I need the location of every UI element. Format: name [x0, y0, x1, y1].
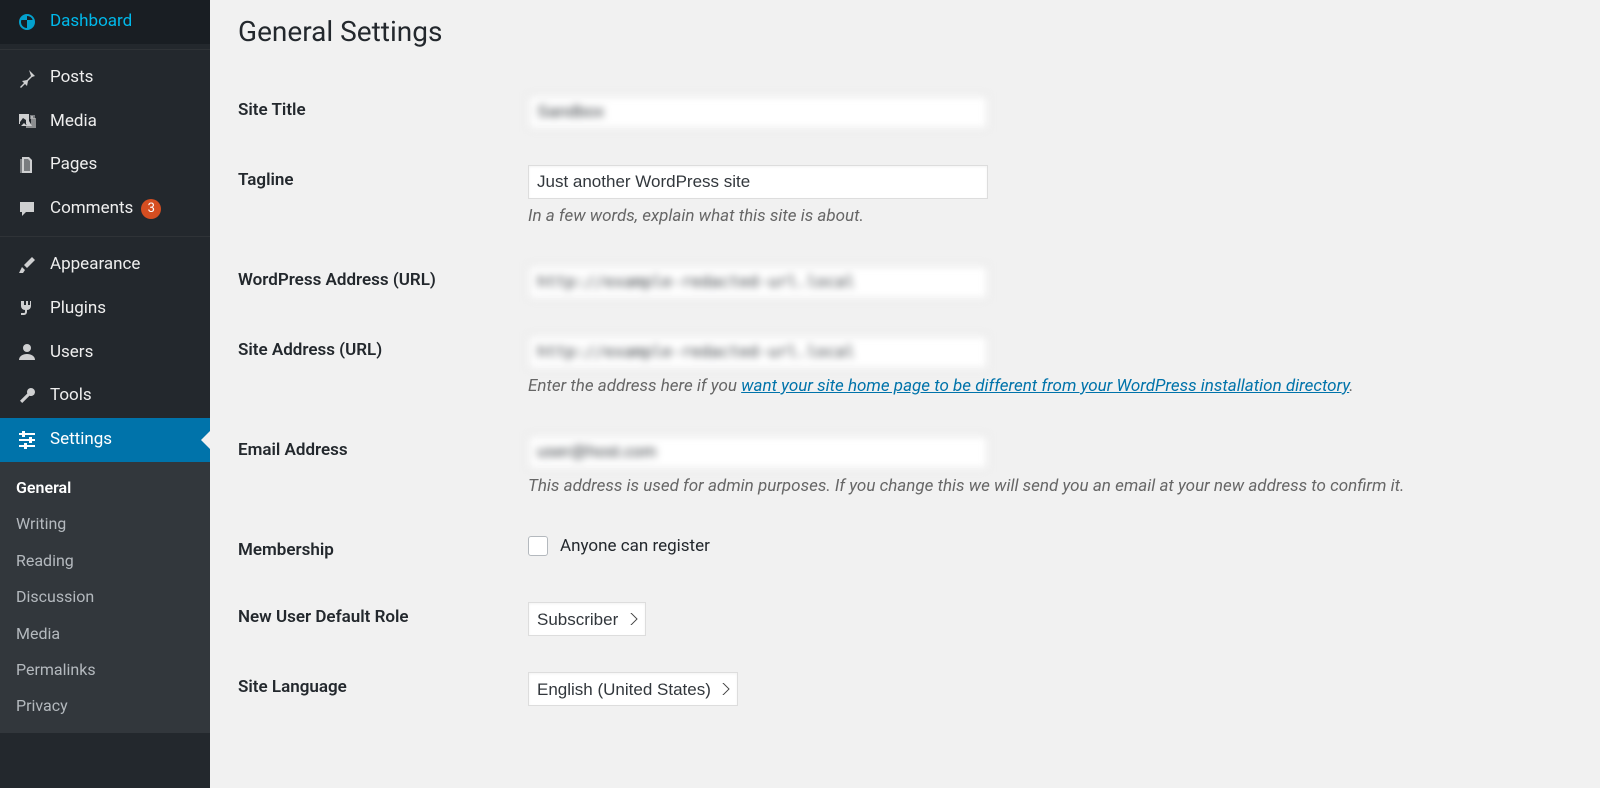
submenu-item-permalinks[interactable]: Permalinks: [0, 652, 210, 688]
sidebar-item-posts[interactable]: Posts: [0, 56, 210, 100]
settings-submenu: General Writing Reading Discussion Media…: [0, 462, 210, 733]
membership-checkbox[interactable]: [528, 536, 548, 556]
membership-checkbox-label[interactable]: Anyone can register: [528, 535, 710, 559]
sidebar-item-media[interactable]: Media: [0, 100, 210, 144]
sidebar-item-settings[interactable]: Settings: [0, 418, 210, 462]
membership-checkbox-text: Anyone can register: [560, 535, 710, 559]
sidebar-item-comments[interactable]: Comments 3: [0, 187, 210, 231]
sidebar-item-label: Users: [50, 341, 93, 365]
wp-url-label: WordPress Address (URL): [238, 247, 528, 317]
plug-icon: [14, 299, 40, 319]
email-description: This address is used for admin purposes.…: [528, 475, 1572, 499]
sidebar-separator: [0, 231, 210, 237]
membership-label: Membership: [238, 517, 528, 585]
description-text: Enter the address here if you: [528, 376, 741, 396]
dashboard-icon: [14, 12, 40, 32]
sidebar-item-appearance[interactable]: Appearance: [0, 243, 210, 287]
sidebar-item-users[interactable]: Users: [0, 331, 210, 375]
sidebar-separator: [0, 44, 210, 50]
submenu-item-discussion[interactable]: Discussion: [0, 579, 210, 615]
wrench-icon: [14, 386, 40, 406]
sidebar-item-tools[interactable]: Tools: [0, 374, 210, 418]
site-url-help-link[interactable]: want your site home page to be different…: [741, 376, 1349, 396]
submenu-item-general[interactable]: General: [0, 470, 210, 506]
submenu-item-media[interactable]: Media: [0, 616, 210, 652]
sidebar-item-label: Pages: [50, 153, 97, 177]
description-text: .: [1349, 376, 1353, 396]
tagline-input[interactable]: [528, 165, 988, 199]
tagline-description: In a few words, explain what this site i…: [528, 205, 1572, 229]
sliders-icon: [14, 430, 40, 450]
content-area: General Settings Site Title Tagline In a…: [210, 0, 1600, 788]
site-language-select[interactable]: English (United States): [528, 672, 738, 706]
sidebar-item-label: Dashboard: [50, 10, 132, 34]
site-title-input[interactable]: [528, 95, 988, 129]
email-label: Email Address: [238, 417, 528, 517]
site-url-label: Site Address (URL): [238, 317, 528, 417]
media-icon: [14, 111, 40, 131]
comment-icon: [14, 199, 40, 219]
site-language-label: Site Language: [238, 654, 528, 724]
settings-form: Site Title Tagline In a few words, expla…: [238, 77, 1572, 724]
sidebar-item-label: Tools: [50, 384, 92, 408]
submenu-item-reading[interactable]: Reading: [0, 543, 210, 579]
user-icon: [14, 342, 40, 362]
admin-sidebar: Dashboard Posts Media Pages Comments: [0, 0, 210, 788]
page-title: General Settings: [238, 12, 1572, 51]
email-input[interactable]: [528, 435, 988, 469]
sidebar-item-label: Posts: [50, 66, 93, 90]
wp-url-input[interactable]: [528, 265, 988, 299]
pages-icon: [14, 155, 40, 175]
site-url-input[interactable]: [528, 335, 988, 369]
sidebar-item-label: Plugins: [50, 297, 106, 321]
comments-count-badge: 3: [141, 199, 161, 219]
tagline-label: Tagline: [238, 147, 528, 247]
default-role-select[interactable]: Subscriber: [528, 602, 646, 636]
brush-icon: [14, 255, 40, 275]
sidebar-item-pages[interactable]: Pages: [0, 143, 210, 187]
sidebar-item-label: Media: [50, 110, 97, 134]
pin-icon: [14, 68, 40, 88]
sidebar-item-label: Appearance: [50, 253, 140, 277]
site-url-description: Enter the address here if you want your …: [528, 375, 1572, 399]
default-role-label: New User Default Role: [238, 584, 528, 654]
sidebar-item-plugins[interactable]: Plugins: [0, 287, 210, 331]
sidebar-item-label: Comments: [50, 197, 133, 221]
submenu-item-writing[interactable]: Writing: [0, 506, 210, 542]
sidebar-item-label: Settings: [50, 428, 112, 452]
site-title-label: Site Title: [238, 77, 528, 147]
submenu-item-privacy[interactable]: Privacy: [0, 688, 210, 724]
sidebar-item-dashboard[interactable]: Dashboard: [0, 0, 210, 44]
